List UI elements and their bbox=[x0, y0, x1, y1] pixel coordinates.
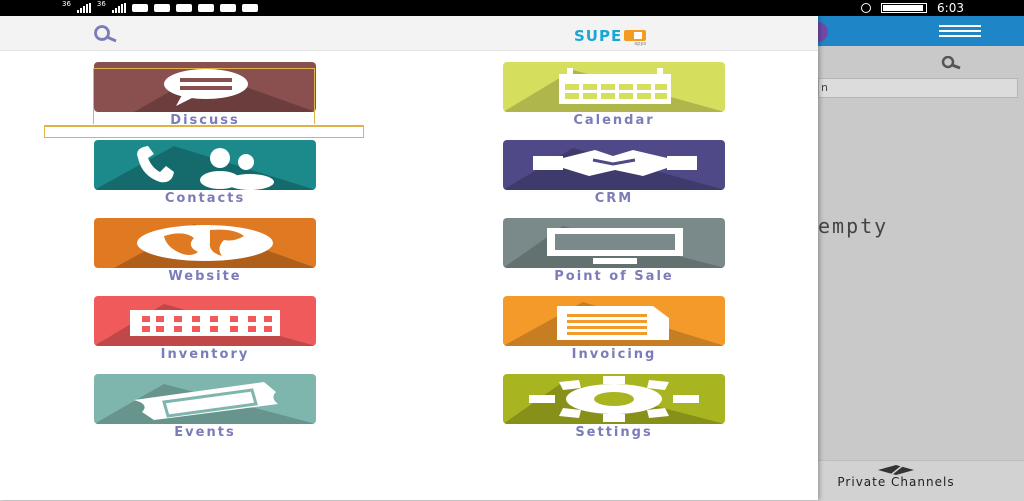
background-app: n empty Private Channels bbox=[808, 16, 1024, 501]
app-label-contacts[interactable]: Contacts bbox=[94, 192, 316, 205]
alarm-icon bbox=[861, 3, 872, 13]
calendar-icon bbox=[503, 68, 725, 112]
signal-icon bbox=[76, 3, 91, 13]
app-label-point-of-sale[interactable]: Point of Sale bbox=[503, 270, 725, 283]
app-tile-inventory[interactable] bbox=[94, 296, 316, 346]
apps-drawer: SUPE apps Discuss Calendar Contacts CRM … bbox=[0, 16, 818, 500]
focus-highlight bbox=[43, 68, 364, 138]
mute-icon bbox=[153, 4, 170, 12]
drawer-header: SUPE apps bbox=[0, 16, 818, 51]
gear-icon bbox=[503, 376, 725, 424]
app-tile-calendar[interactable] bbox=[503, 62, 725, 112]
logo-text: SUPE bbox=[574, 27, 623, 45]
app-tile-website[interactable] bbox=[94, 218, 316, 268]
logo: SUPE apps bbox=[574, 24, 648, 47]
monitor-icon bbox=[503, 226, 725, 268]
app-tile-invoicing[interactable] bbox=[503, 296, 725, 346]
signal-label-1: 36 bbox=[62, 0, 71, 8]
clock: 6:03 bbox=[937, 1, 964, 15]
warehouse-icon bbox=[94, 304, 316, 346]
contacts-icon bbox=[94, 146, 316, 190]
app-tile-point-of-sale[interactable] bbox=[503, 218, 725, 268]
video-icon bbox=[175, 4, 192, 12]
image-icon bbox=[219, 4, 236, 12]
ticket-icon bbox=[94, 382, 316, 424]
app-tile-settings[interactable] bbox=[503, 374, 725, 424]
search-icon[interactable] bbox=[90, 23, 118, 45]
search-icon[interactable] bbox=[934, 56, 974, 72]
handshake-icon bbox=[503, 148, 725, 190]
invoice-icon bbox=[503, 302, 725, 346]
app-top-bar bbox=[808, 16, 1024, 46]
app-label-crm[interactable]: CRM bbox=[503, 192, 725, 205]
app-label-invoicing[interactable]: Invoicing bbox=[503, 348, 725, 361]
app-label-events[interactable]: Events bbox=[94, 426, 316, 439]
wifi-icon bbox=[131, 4, 148, 12]
signal-icon-2 bbox=[111, 3, 126, 13]
empty-message: empty bbox=[818, 214, 889, 238]
globe-icon bbox=[114, 224, 316, 268]
app-tile-crm[interactable] bbox=[503, 140, 725, 190]
logo-sub: apps bbox=[634, 41, 647, 47]
app-tile-contacts[interactable] bbox=[94, 140, 316, 190]
bottom-tab-bar: Private Channels bbox=[818, 460, 1024, 501]
private-channels-icon bbox=[878, 465, 914, 475]
app-tile-events[interactable] bbox=[94, 374, 316, 424]
signal-label-2: 36 bbox=[96, 0, 106, 8]
logo-badge: apps bbox=[624, 30, 648, 47]
mail-icon bbox=[241, 4, 258, 12]
app-label-website[interactable]: Website bbox=[94, 270, 316, 283]
search-input[interactable]: n bbox=[818, 78, 1018, 98]
app-label-inventory[interactable]: Inventory bbox=[94, 348, 316, 361]
battery-icon bbox=[881, 3, 928, 13]
menu-icon[interactable] bbox=[939, 25, 981, 37]
status-bar: 36 36 6:03 bbox=[0, 0, 1024, 16]
app-label-settings[interactable]: Settings bbox=[503, 426, 725, 439]
tab-private-channels[interactable]: Private Channels bbox=[836, 476, 956, 488]
twitter-icon bbox=[197, 4, 214, 12]
app-label-calendar[interactable]: Calendar bbox=[503, 114, 725, 127]
